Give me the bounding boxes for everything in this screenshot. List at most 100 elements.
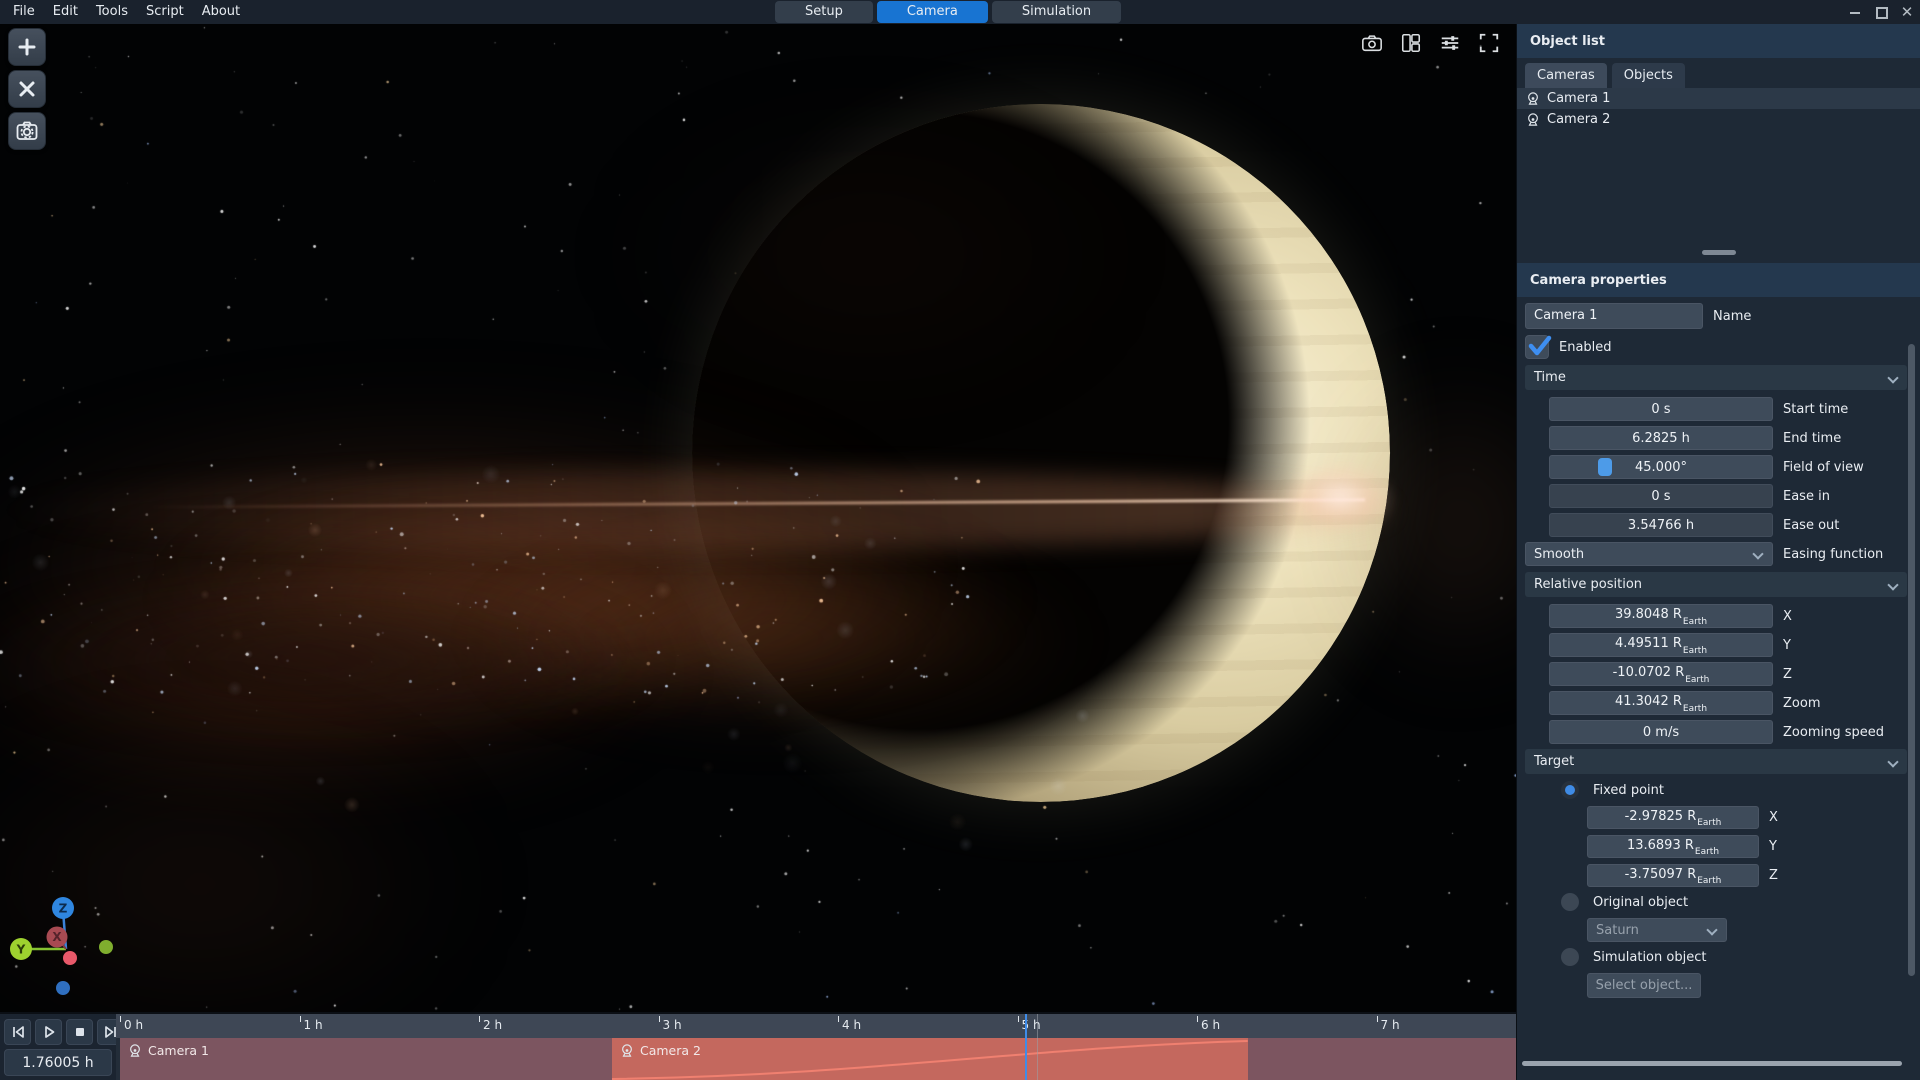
object-list-tab-objects[interactable]: Objects [1612, 63, 1685, 88]
menu-tools[interactable]: Tools [87, 0, 137, 24]
z-input[interactable]: -10.0702 REarth [1549, 662, 1773, 686]
fullscreen-icon[interactable] [1478, 32, 1500, 58]
target-coord-row: 13.6893 REarthY [1587, 835, 1920, 858]
target-z-input[interactable]: -3.75097 REarth [1587, 864, 1759, 887]
tab-camera[interactable]: Camera [877, 1, 988, 23]
field-of-view-input[interactable]: 45.000° [1549, 455, 1773, 479]
ruler-label: 0 h [124, 1018, 143, 1032]
zoom-input[interactable]: 41.3042 REarth [1549, 691, 1773, 715]
section-label: Relative position [1534, 577, 1642, 592]
stop-button[interactable] [66, 1019, 93, 1045]
start-time-input[interactable]: 0 s [1549, 397, 1773, 421]
vertical-scrollbar[interactable] [1908, 344, 1915, 976]
ease-curve [116, 1038, 1516, 1080]
property-row: 6.2825 hEnd time [1549, 426, 1920, 450]
ruler-label: 6 h [1201, 1018, 1220, 1032]
fov-slider-handle[interactable] [1598, 458, 1612, 476]
select-object-button[interactable]: Select object... [1587, 973, 1701, 998]
coord-label: X [1769, 810, 1778, 825]
section-label: Target [1534, 754, 1574, 769]
radio-label: Simulation object [1593, 950, 1706, 965]
y-input[interactable]: 4.49511 REarth [1549, 633, 1773, 657]
timeline-ruler[interactable]: 0 h1 h2 h3 h4 h5 h6 h7 h [116, 1014, 1516, 1038]
object-list-tabs: CamerasObjects [1517, 58, 1920, 88]
target-x-input[interactable]: -2.97825 REarth [1587, 806, 1759, 829]
target-y-input[interactable]: 13.6893 REarth [1587, 835, 1759, 858]
ruler-label: 4 h [842, 1018, 861, 1032]
end-time-input[interactable]: 6.2825 h [1549, 426, 1773, 450]
ruler-tick [120, 1016, 121, 1022]
timeline-track[interactable]: Camera 1Camera 2 [116, 1038, 1516, 1080]
ruler-tick [300, 1016, 301, 1022]
object-list-item[interactable]: Camera 2 [1517, 109, 1920, 130]
skip-to-start-button[interactable] [4, 1019, 31, 1045]
camera-properties-title: Camera properties [1530, 273, 1667, 288]
horizontal-scrollbar[interactable] [1522, 1061, 1902, 1066]
svg-text:X: X [52, 930, 62, 944]
close-button[interactable] [8, 70, 46, 108]
camera-properties-header: Camera properties [1517, 263, 1920, 297]
zooming-speed-input[interactable]: 0 m/s [1549, 720, 1773, 744]
property-label: Y [1783, 638, 1791, 653]
ruler-tick [838, 1016, 839, 1022]
camera-properties-body: Camera 1NameEnabledTime0 sStart time6.28… [1517, 297, 1920, 1080]
property-label: X [1783, 609, 1792, 624]
target-section-bar[interactable]: Target [1525, 749, 1907, 774]
adjust-sliders-icon[interactable] [1439, 32, 1461, 58]
render-viewport[interactable]: XZY [0, 24, 1516, 1012]
hover-position-line [1037, 1014, 1038, 1080]
original-object-row: Saturn [1587, 918, 1920, 942]
axis-gizmo[interactable]: XZY [0, 896, 130, 1006]
camera-name-input[interactable]: Camera 1 [1525, 303, 1703, 329]
panel-splitter-handle[interactable] [1702, 250, 1736, 255]
time-section-bar[interactable]: Time [1525, 365, 1907, 390]
ruler-tick [479, 1016, 480, 1022]
ruler-label: 2 h [483, 1018, 502, 1032]
transport-controls [4, 1019, 124, 1045]
enabled-checkbox[interactable] [1525, 335, 1549, 359]
side-panel: Object list CamerasObjects Camera 1Camer… [1516, 24, 1920, 1080]
camera-settings-icon [15, 119, 39, 143]
easing-function-dropdown[interactable]: Smooth [1525, 542, 1773, 566]
menu-about[interactable]: About [193, 0, 249, 24]
field-value: 39.8048 REarth [1615, 607, 1707, 625]
menu-script[interactable]: Script [137, 0, 193, 24]
tab-setup[interactable]: Setup [775, 1, 873, 23]
radio-original-object[interactable] [1561, 893, 1579, 911]
maximize-icon[interactable] [1874, 5, 1888, 19]
radio-simulation-object[interactable] [1561, 948, 1579, 966]
object-item-label: Camera 2 [1547, 112, 1610, 127]
tab-simulation[interactable]: Simulation [992, 1, 1121, 23]
chevron-down-icon [1888, 373, 1898, 383]
radio-fixed-point[interactable] [1561, 781, 1579, 799]
coord-label: Z [1769, 868, 1778, 883]
x-input[interactable]: 39.8048 REarth [1549, 604, 1773, 628]
ease-in-input[interactable]: 0 s [1549, 484, 1773, 508]
target-option-row: Fixed point [1561, 781, 1920, 799]
viewport-corner-icons [1361, 32, 1500, 58]
object-list-item[interactable]: Camera 1 [1517, 88, 1920, 109]
target-coord-row: -3.75097 REarth Z [1587, 864, 1920, 887]
relative-position-section-bar[interactable]: Relative position [1525, 572, 1907, 597]
field-value: 45.000° [1635, 460, 1687, 475]
property-row: 4.49511 REarth Y [1549, 633, 1920, 657]
ease-out-input[interactable]: 3.54766 h [1549, 513, 1773, 537]
play-button[interactable] [35, 1019, 62, 1045]
current-time-display[interactable]: 1.76005 h [4, 1049, 112, 1076]
object-list-tab-cameras[interactable]: Cameras [1525, 63, 1607, 88]
screenshot-camera-icon[interactable] [1361, 32, 1383, 58]
object-list-items: Camera 1 Camera 2 [1517, 88, 1920, 130]
playhead[interactable] [1025, 1014, 1027, 1080]
chevron-down-icon [1753, 549, 1763, 559]
layout-panels-icon[interactable] [1400, 32, 1422, 58]
name-label: Name [1713, 309, 1751, 324]
add-button[interactable] [8, 28, 46, 66]
property-row: 39.8048 REarth X [1549, 604, 1920, 628]
menu-file[interactable]: File [4, 0, 44, 24]
menu-edit[interactable]: Edit [44, 0, 87, 24]
minimize-icon[interactable] [1848, 5, 1862, 19]
original-object-dropdown[interactable]: Saturn [1587, 918, 1727, 942]
field-value: -10.0702 REarth [1613, 665, 1710, 683]
camera-settings-button[interactable] [8, 112, 46, 150]
close-icon[interactable]: ✕ [1900, 5, 1914, 19]
